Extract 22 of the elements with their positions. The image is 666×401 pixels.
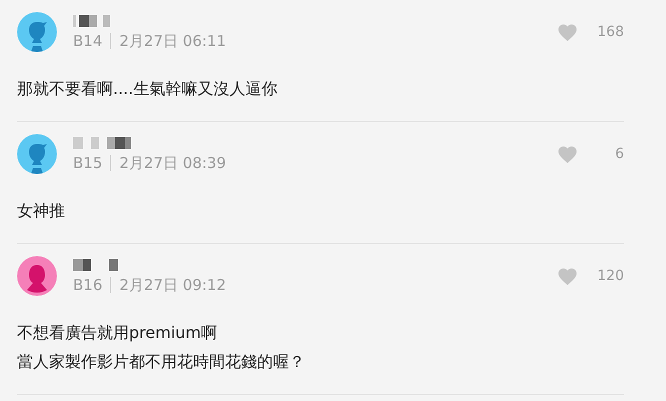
heart-icon[interactable] bbox=[557, 144, 578, 164]
floor-number: B15 bbox=[73, 154, 102, 172]
like-count: 6 bbox=[614, 144, 624, 164]
like-count: 120 bbox=[596, 266, 624, 286]
censored-name-drawing bbox=[73, 15, 110, 27]
avatar bbox=[17, 256, 57, 296]
comment-text: 不想看廣告就用premium啊 bbox=[17, 322, 218, 344]
comment-text: 那就不要看啊....生氣幹嘛又沒人逼你 bbox=[17, 78, 278, 100]
avatar bbox=[17, 134, 57, 174]
floor-number: B16 bbox=[73, 276, 102, 294]
avatar bbox=[17, 12, 57, 52]
heart-icon[interactable] bbox=[557, 266, 578, 286]
heart-icon[interactable] bbox=[557, 22, 578, 42]
timestamp: 2月27日 08:39 bbox=[119, 154, 226, 172]
censored-name-drawing bbox=[73, 137, 131, 149]
censored-name-drawing bbox=[73, 259, 118, 271]
comment-text: 女神推 bbox=[17, 200, 66, 222]
comment-text: 當人家製作影片都不用花時間花錢的喔？ bbox=[17, 351, 306, 373]
like-count: 168 bbox=[596, 22, 624, 42]
timestamp: 2月27日 09:12 bbox=[119, 276, 226, 294]
floor-number: B14 bbox=[73, 32, 102, 50]
timestamp: 2月27日 06:11 bbox=[119, 32, 226, 50]
